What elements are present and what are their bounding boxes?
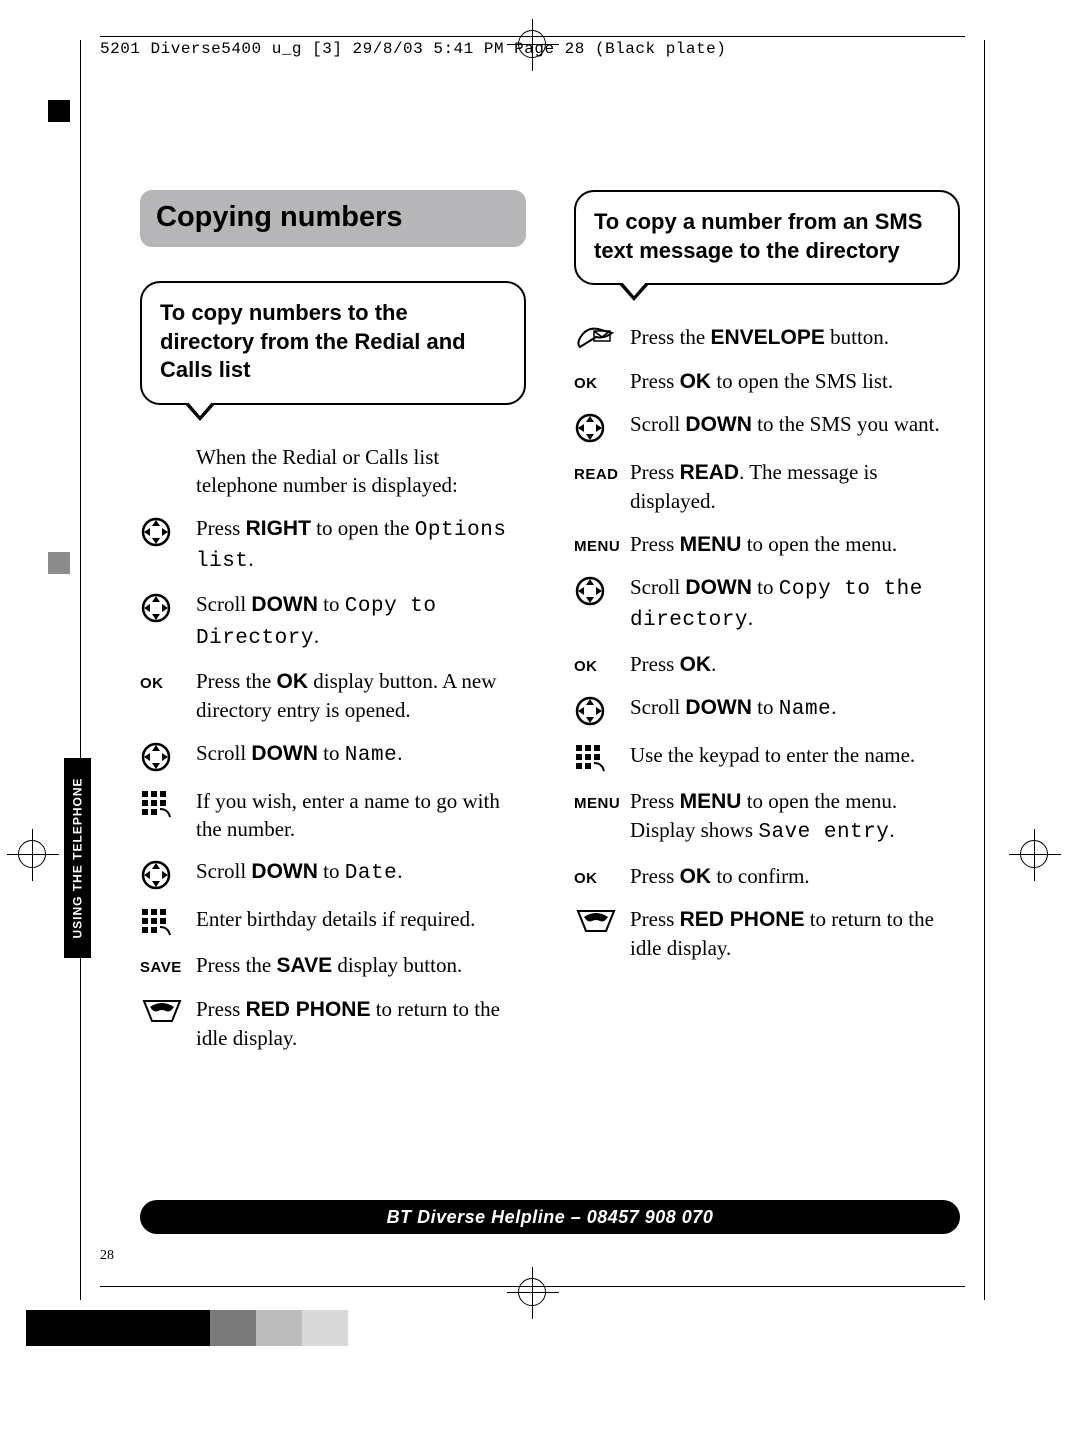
step-text: Press MENU to open the menu. Display sho…	[630, 787, 960, 848]
callout-box: To copy a number from an SMS text messag…	[574, 190, 960, 285]
step-row: Press RED PHONE to return to the idle di…	[140, 995, 526, 1053]
step-text: Enter birthday details if required.	[196, 905, 526, 933]
swatch	[210, 1310, 256, 1346]
step-text: Press RED PHONE to return to the idle di…	[196, 995, 526, 1053]
step-text: Scroll DOWN to Name.	[630, 693, 960, 724]
red-phone-icon	[574, 907, 618, 933]
step-text: Scroll DOWN to Name.	[196, 739, 526, 770]
step-keyword: MENU	[574, 789, 620, 814]
swatch	[26, 1310, 72, 1346]
registration-mark-icon	[18, 840, 46, 868]
step-row: Press RIGHT to open the Options list.	[140, 514, 526, 577]
step-row: Scroll DOWN to Name.	[140, 739, 526, 773]
step-text: Scroll DOWN to Copy to the directory.	[630, 573, 960, 636]
swatch	[164, 1310, 210, 1346]
step-text: Press RIGHT to open the Options list.	[196, 514, 526, 577]
nav-icon	[574, 412, 606, 444]
step-text: Press OK.	[630, 650, 960, 679]
swatch	[72, 1310, 118, 1346]
step-keyword: SAVE	[140, 953, 182, 978]
step-keyword: MENU	[574, 532, 620, 557]
step-row: If you wish, enter a name to go with the…	[140, 787, 526, 844]
step-text: Use the keypad to enter the name.	[630, 741, 960, 769]
step-row: Press the ENVELOPE button.	[574, 323, 960, 352]
step-keyword: OK	[574, 864, 598, 889]
keypad-icon	[574, 743, 606, 773]
footer-helpline: BT Diverse Helpline – 08457 908 070	[140, 1200, 960, 1234]
nav-icon	[574, 695, 606, 727]
step-row: SAVE Press the SAVE display button.	[140, 951, 526, 980]
steps-list: When the Redial or Calls list telephone …	[140, 443, 526, 1052]
callout-box: To copy numbers to the directory from th…	[140, 281, 526, 405]
crop-mark	[984, 40, 985, 1300]
registration-mark-icon	[518, 1278, 546, 1306]
step-row: Scroll DOWN to Copy to the directory.	[574, 573, 960, 636]
nav-icon	[140, 741, 172, 773]
nav-icon	[140, 859, 172, 891]
step-text: If you wish, enter a name to go with the…	[196, 787, 526, 844]
step-row: OK Press OK.	[574, 650, 960, 679]
step-row: Press RED PHONE to return to the idle di…	[574, 905, 960, 963]
step-row: Scroll DOWN to Name.	[574, 693, 960, 727]
step-text: Press READ. The message is displayed.	[630, 458, 960, 516]
page-edge-tab	[48, 100, 70, 122]
step-row: OK Press OK to confirm.	[574, 862, 960, 891]
section-side-tab: USING THE TELEPHONE	[64, 758, 91, 958]
red-phone-icon	[140, 997, 184, 1023]
swatch	[118, 1310, 164, 1346]
step-row: Scroll DOWN to Copy to Directory.	[140, 590, 526, 653]
steps-list: Press the ENVELOPE button. OK Press OK to …	[574, 323, 960, 962]
step-text: Press RED PHONE to return to the idle di…	[630, 905, 960, 963]
intro-text: When the Redial or Calls list telephone …	[140, 443, 526, 500]
page-number: 28	[100, 1248, 114, 1264]
step-text: Press the SAVE display button.	[196, 951, 526, 980]
step-text: Press the ENVELOPE button.	[630, 323, 960, 352]
step-text: Press OK to open the SMS list.	[630, 367, 960, 396]
nav-icon	[140, 516, 172, 548]
step-row: MENU Press MENU to open the menu.	[574, 530, 960, 559]
step-row: OK Press OK to open the SMS list.	[574, 367, 960, 396]
step-keyword: OK	[574, 652, 598, 677]
step-keyword: OK	[140, 669, 164, 694]
step-text: Press the OK display button. A new direc…	[196, 667, 526, 725]
step-keyword: READ	[574, 460, 619, 485]
step-text: Scroll DOWN to the SMS you want.	[630, 410, 960, 439]
nav-icon	[574, 575, 606, 607]
step-text: Scroll DOWN to Date.	[196, 857, 526, 888]
step-row: Scroll DOWN to the SMS you want.	[574, 410, 960, 444]
step-row: READ Press READ. The message is displayed…	[574, 458, 960, 516]
page-edge-tab-grey	[48, 552, 70, 574]
keypad-icon	[140, 789, 172, 819]
print-header: 5201 Diverse5400 u_g [3] 29/8/03 5:41 PM…	[100, 40, 726, 58]
registration-mark-icon	[1020, 840, 1048, 868]
nav-icon	[140, 592, 172, 624]
envelope-icon	[574, 325, 616, 351]
step-row: OK Press the OK display button. A new dir…	[140, 667, 526, 725]
step-row: MENU Press MENU to open the menu. Display…	[574, 787, 960, 848]
right-column: To copy a number from an SMS text messag…	[574, 190, 960, 1052]
swatch	[302, 1310, 348, 1346]
step-text: Press MENU to open the menu.	[630, 530, 960, 559]
step-row: Enter birthday details if required.	[140, 905, 526, 937]
section-side-label: USING THE TELEPHONE	[71, 777, 85, 938]
left-column: Copying numbers To copy numbers to the d…	[140, 190, 526, 1052]
step-keyword: OK	[574, 369, 598, 394]
step-text: Press OK to confirm.	[630, 862, 960, 891]
step-row: Scroll DOWN to Date.	[140, 857, 526, 891]
step-row: Use the keypad to enter the name.	[574, 741, 960, 773]
swatch	[256, 1310, 302, 1346]
colour-swatches	[26, 1310, 348, 1346]
crop-mark	[80, 40, 81, 1300]
step-text: Scroll DOWN to Copy to Directory.	[196, 590, 526, 653]
keypad-icon	[140, 907, 172, 937]
section-title: Copying numbers	[140, 190, 526, 247]
